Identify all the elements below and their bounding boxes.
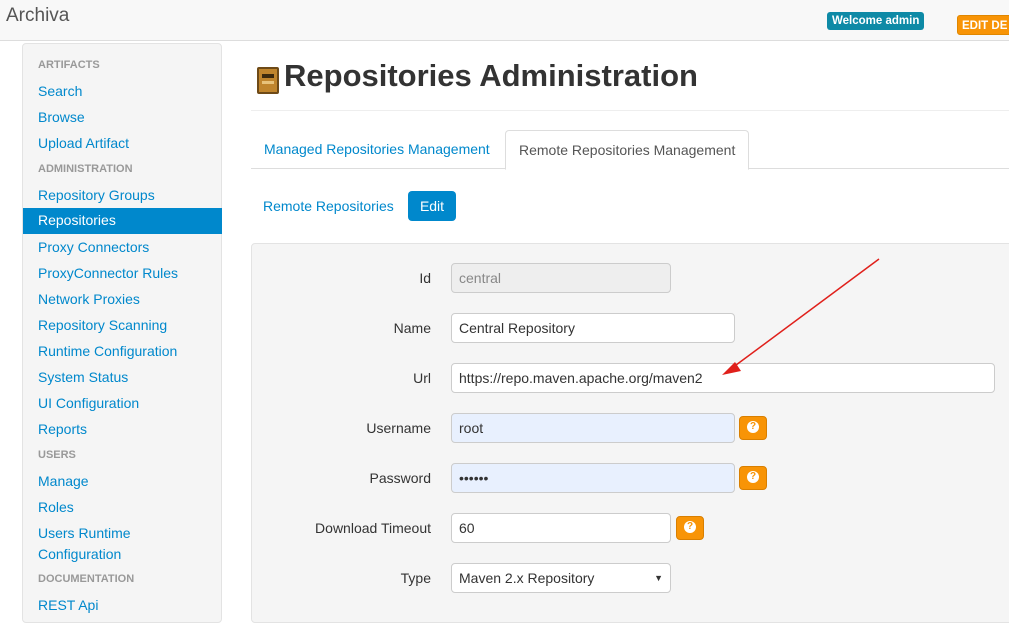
sidebar-item-manage[interactable]: Manage: [38, 473, 89, 489]
sidebar-item-network-proxies[interactable]: Network Proxies: [38, 291, 140, 307]
sidebar-item-system-status[interactable]: System Status: [38, 369, 128, 385]
download-timeout-field[interactable]: 60: [451, 513, 671, 543]
top-navbar: Archiva Welcome admin EDIT DE: [0, 0, 1009, 41]
sidebar-item-proxyconnector-rules[interactable]: ProxyConnector Rules: [38, 265, 178, 281]
sidebar-item-users-runtime-configuration[interactable]: Users Runtime Configuration: [38, 525, 131, 567]
question-circle-icon: ?: [747, 421, 759, 433]
password-help-button[interactable]: ?: [739, 466, 767, 490]
url-field[interactable]: https://repo.maven.apache.org/maven2: [451, 363, 995, 393]
tab-remote-repositories[interactable]: Remote Repositories Management: [505, 130, 750, 170]
page-title: Repositories Administration: [284, 58, 698, 93]
nav-header-documentation: DOCUMENTATION: [38, 573, 135, 585]
type-select[interactable]: Maven 2.x Repository ▼: [451, 563, 671, 593]
question-circle-icon: ?: [747, 471, 759, 483]
password-field[interactable]: ••••••: [451, 463, 735, 493]
id-label: Id: [419, 270, 431, 286]
title-divider: [251, 110, 1009, 111]
sidebar: ARTIFACTS Search Browse Upload Artifact …: [22, 43, 222, 623]
sidebar-item-upload-artifact[interactable]: Upload Artifact: [38, 135, 129, 151]
sidebar-item-ui-configuration[interactable]: UI Configuration: [38, 395, 139, 411]
username-field[interactable]: root: [451, 413, 735, 443]
sidebar-item-repositories[interactable]: Repositories: [23, 208, 222, 234]
edit-tab-button[interactable]: Edit: [408, 191, 456, 221]
chevron-down-icon: ▼: [654, 573, 663, 583]
name-label: Name: [393, 320, 431, 336]
sidebar-item-search[interactable]: Search: [38, 83, 82, 99]
question-circle-icon: ?: [684, 521, 696, 533]
url-label: Url: [413, 370, 431, 386]
username-help-button[interactable]: ?: [739, 416, 767, 440]
type-label: Type: [400, 570, 431, 586]
nav-header-artifacts: ARTIFACTS: [38, 59, 100, 71]
sidebar-item-rest-api[interactable]: REST Api: [38, 597, 98, 613]
id-field[interactable]: central: [451, 263, 671, 293]
sidebar-item-label: Repositories: [38, 212, 116, 228]
repository-cabinet-icon: [257, 67, 279, 94]
remote-repositories-link[interactable]: Remote Repositories: [263, 198, 394, 214]
sidebar-item-runtime-configuration[interactable]: Runtime Configuration: [38, 343, 177, 359]
sidebar-item-repository-scanning[interactable]: Repository Scanning: [38, 317, 167, 333]
sidebar-item-repository-groups[interactable]: Repository Groups: [38, 187, 155, 203]
sidebar-item-proxy-connectors[interactable]: Proxy Connectors: [38, 239, 149, 255]
download-timeout-label: Download Timeout: [315, 520, 431, 536]
password-label: Password: [369, 470, 431, 486]
sidebar-item-label: Users Runtime: [38, 525, 131, 541]
sidebar-item-reports[interactable]: Reports: [38, 421, 87, 437]
sidebar-item-roles[interactable]: Roles: [38, 499, 74, 515]
nav-header-users: USERS: [38, 449, 76, 461]
tab-managed-repositories[interactable]: Managed Repositories Management: [251, 130, 503, 169]
edit-button[interactable]: EDIT DE: [957, 15, 1009, 35]
type-select-value: Maven 2.x Repository: [459, 570, 595, 586]
sidebar-item-label: Configuration: [38, 546, 122, 562]
sidebar-item-browse[interactable]: Browse: [38, 109, 85, 125]
nav-header-administration: ADMINISTRATION: [38, 163, 133, 175]
download-timeout-help-button[interactable]: ?: [676, 516, 704, 540]
app-brand[interactable]: Archiva: [6, 5, 69, 27]
username-label: Username: [366, 420, 431, 436]
welcome-badge[interactable]: Welcome admin: [827, 12, 925, 30]
name-field[interactable]: Central Repository: [451, 313, 735, 343]
